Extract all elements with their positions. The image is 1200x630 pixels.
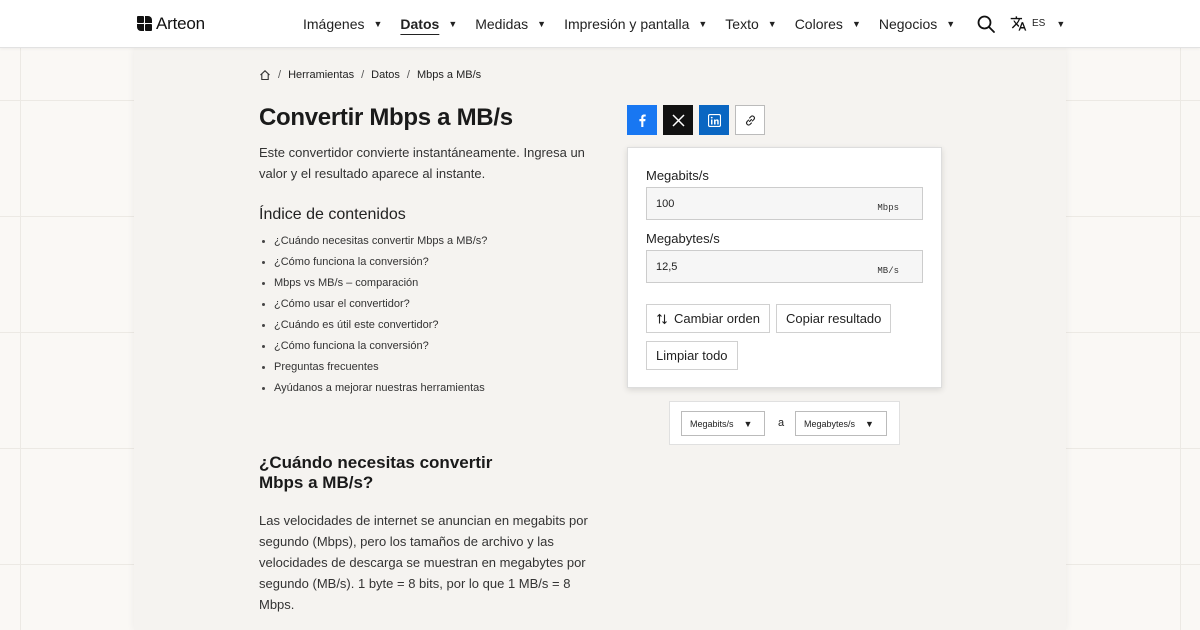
language-code: ES [1032, 18, 1046, 29]
breadcrumb-item-datos[interactable]: Datos [371, 69, 400, 81]
from-unit: Mbps [877, 203, 899, 213]
breadcrumb: / Herramientas / Datos / Mbps a MB/s [259, 69, 481, 81]
breadcrumb-separator: / [278, 69, 282, 81]
to-unit: MB/s [877, 266, 899, 276]
copy-link-button[interactable] [735, 105, 765, 135]
toc-link[interactable]: ¿Cómo usar el convertidor? [259, 297, 487, 318]
to-unit-select[interactable]: Megabytes/s ▼ [795, 411, 887, 436]
section-body: Las velocidades de internet se anuncian … [259, 513, 588, 612]
from-unit-select[interactable]: Megabits/s ▼ [681, 411, 765, 436]
toc-link[interactable]: Ayúdanos a mejorar nuestras herramientas [259, 381, 487, 402]
caret-down-icon: ▼ [448, 19, 458, 29]
nav-label: Datos [400, 16, 440, 32]
breadcrumb-item-current: Mbps a MB/s [416, 69, 482, 81]
toc-link[interactable]: ¿Cuándo necesitas convertir Mbps a MB/s? [259, 234, 487, 255]
swap-button-label: Cambiar orden [674, 311, 760, 326]
breadcrumb-separator: / [406, 69, 410, 81]
nav-item-medidas[interactable]: Medidas ▼ [475, 0, 546, 48]
nav-label: Negocios [878, 16, 938, 32]
top-navbar: Arteon Imágenes ▼ Datos ▼ Medidas ▼ Impresi… [0, 0, 1200, 48]
toc-link[interactable]: ¿Cómo funciona la conversión? [259, 339, 487, 360]
x-share-button[interactable] [663, 105, 693, 135]
caret-down-icon: ▼ [698, 19, 708, 29]
to-unit-select-value: Megabytes/s [804, 418, 856, 429]
caret-down-icon: ▼ [537, 19, 547, 29]
nav-item-imagenes[interactable]: Imágenes ▼ [303, 0, 382, 48]
language-selector[interactable]: ES ▼ [1010, 15, 1065, 32]
nav-label: Texto [725, 16, 759, 32]
nav-label: Medidas [475, 16, 529, 32]
clear-all-button[interactable]: Limpiar todo [646, 341, 738, 370]
to-field-label: Megabytes/s [646, 231, 720, 246]
nav-label: Impresión y pantalla [564, 16, 690, 32]
facebook-share-button[interactable] [627, 105, 657, 135]
home-icon[interactable] [259, 69, 271, 81]
swap-button[interactable]: Cambiar orden [646, 304, 770, 333]
toc-link[interactable]: Mbps vs MB/s – comparación [259, 276, 487, 297]
breadcrumb-item-herramientas[interactable]: Herramientas [288, 69, 354, 81]
nav-item-datos[interactable]: Datos ▼ [400, 0, 457, 48]
linkedin-icon [707, 113, 721, 127]
main-nav: Imágenes ▼ Datos ▼ Medidas ▼ Impresión y pa… [303, 0, 973, 48]
nav-item-negocios[interactable]: Negocios ▼ [879, 0, 955, 48]
toc-title: Índice de contenidos [259, 206, 406, 223]
page-intro: Este convertidor convierte instantáneame… [259, 145, 585, 181]
to-input-value: 12,5 [656, 261, 678, 273]
page-title: Convertir Mbps a MB/s [259, 104, 513, 131]
linkedin-share-button[interactable] [699, 105, 729, 135]
search-icon[interactable] [976, 14, 996, 34]
caret-down-icon: ▼ [946, 19, 956, 29]
table-of-contents: ¿Cuándo necesitas convertir Mbps a MB/s?… [259, 234, 487, 402]
caret-down-icon: ▼ [743, 418, 753, 429]
nav-item-colores[interactable]: Colores ▼ [795, 0, 861, 48]
swap-icon [657, 313, 667, 324]
nav-item-impresion[interactable]: Impresión y pantalla ▼ [564, 0, 707, 48]
caret-down-icon: ▼ [373, 19, 383, 29]
x-icon [671, 113, 685, 127]
caret-down-icon: ▼ [767, 19, 777, 29]
facebook-icon [639, 113, 646, 127]
translate-icon [1010, 16, 1027, 31]
caret-down-icon: ▼ [851, 19, 861, 29]
breadcrumb-separator: / [361, 69, 365, 81]
clear-all-label: Limpiar todo [656, 348, 728, 363]
unit-selector: Megabits/s ▼ a Megabytes/s ▼ [669, 401, 900, 445]
section-title: ¿Cuándo necesitas convertir Mbps a MB/s? [259, 453, 493, 492]
copy-result-label: Copiar resultado [786, 311, 882, 326]
toc-link[interactable]: Preguntas frecuentes [259, 360, 487, 381]
caret-down-icon: ▼ [865, 418, 874, 429]
copy-result-button[interactable]: Copiar resultado [776, 304, 892, 333]
logo-icon [137, 16, 153, 32]
toc-link[interactable]: ¿Cómo funciona la conversión? [259, 255, 487, 276]
from-input-value: 100 [656, 198, 675, 210]
brand-logo[interactable]: Arteon [137, 14, 205, 34]
from-input[interactable]: 100 Mbps [646, 187, 923, 220]
nav-label: Colores [794, 16, 843, 32]
nav-label: Imágenes [303, 16, 365, 32]
brand-name: Arteon [156, 14, 205, 33]
from-field-label: Megabits/s [646, 168, 709, 183]
link-icon [745, 115, 755, 125]
share-buttons [627, 105, 765, 135]
caret-down-icon: ▼ [1056, 18, 1066, 29]
to-input[interactable]: 12,5 MB/s [646, 250, 923, 283]
toc-link[interactable]: ¿Cuándo es útil este convertidor? [259, 318, 487, 339]
nav-item-texto[interactable]: Texto ▼ [725, 0, 776, 48]
converter-panel: Megabits/s 100 Mbps Megabytes/s 12,5 MB/… [627, 147, 942, 388]
unit-connector: a [778, 417, 785, 429]
from-unit-select-value: Megabits/s [690, 418, 734, 429]
